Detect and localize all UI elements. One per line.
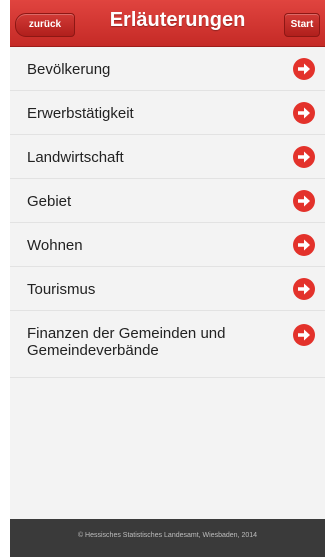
- footer-bar: © Hessisches Statistisches Landesamt, Wi…: [10, 519, 325, 557]
- list-item-label: Wohnen: [27, 237, 83, 254]
- list-item-label: Erwerbstätigkeit: [27, 105, 134, 122]
- list-item-label: Gebiet: [27, 193, 72, 210]
- arrow-right-circle-icon: [293, 102, 315, 124]
- list-item-label: Tourismus: [27, 281, 96, 298]
- start-button[interactable]: Start: [284, 13, 320, 37]
- arrow-right-circle-icon: [293, 234, 315, 256]
- header-bar: zurück Erläuterungen Start: [10, 0, 325, 47]
- list-item-tourismus[interactable]: Tourismus: [10, 267, 325, 311]
- arrow-right-circle-icon: [293, 146, 315, 168]
- arrow-right-circle-icon: [293, 278, 315, 300]
- list-item-gebiet[interactable]: Gebiet: [10, 179, 325, 223]
- list-item-wohnen[interactable]: Wohnen: [10, 223, 325, 267]
- back-button[interactable]: zurück: [15, 13, 75, 37]
- arrow-right-circle-icon: [293, 324, 315, 346]
- arrow-right-circle-icon: [293, 58, 315, 80]
- list-item-bevoelkerung[interactable]: Bevölkerung: [10, 47, 325, 91]
- list-item-label: Bevölkerung: [27, 61, 111, 78]
- arrow-right-circle-icon: [293, 190, 315, 212]
- list-item-erwerbstaetigkeit[interactable]: Erwerbstätigkeit: [10, 91, 325, 135]
- list-item-finanzen[interactable]: Finanzen der Gemeinden und Gemeindeverbä…: [10, 311, 325, 378]
- page-title: Erläuterungen: [109, 9, 246, 31]
- list-item-label: Landwirtschaft: [27, 149, 124, 166]
- list-item-label: Finanzen der Gemeinden und Gemeindeverbä…: [27, 325, 226, 359]
- app-screen: zurück Erläuterungen Start Bevölkerung E…: [10, 0, 325, 557]
- explanation-list: Bevölkerung Erwerbstätigkeit Landwirtsch…: [10, 47, 325, 378]
- list-item-landwirtschaft[interactable]: Landwirtschaft: [10, 135, 325, 179]
- copyright-text: © Hessisches Statistisches Landesamt, Wi…: [77, 532, 258, 539]
